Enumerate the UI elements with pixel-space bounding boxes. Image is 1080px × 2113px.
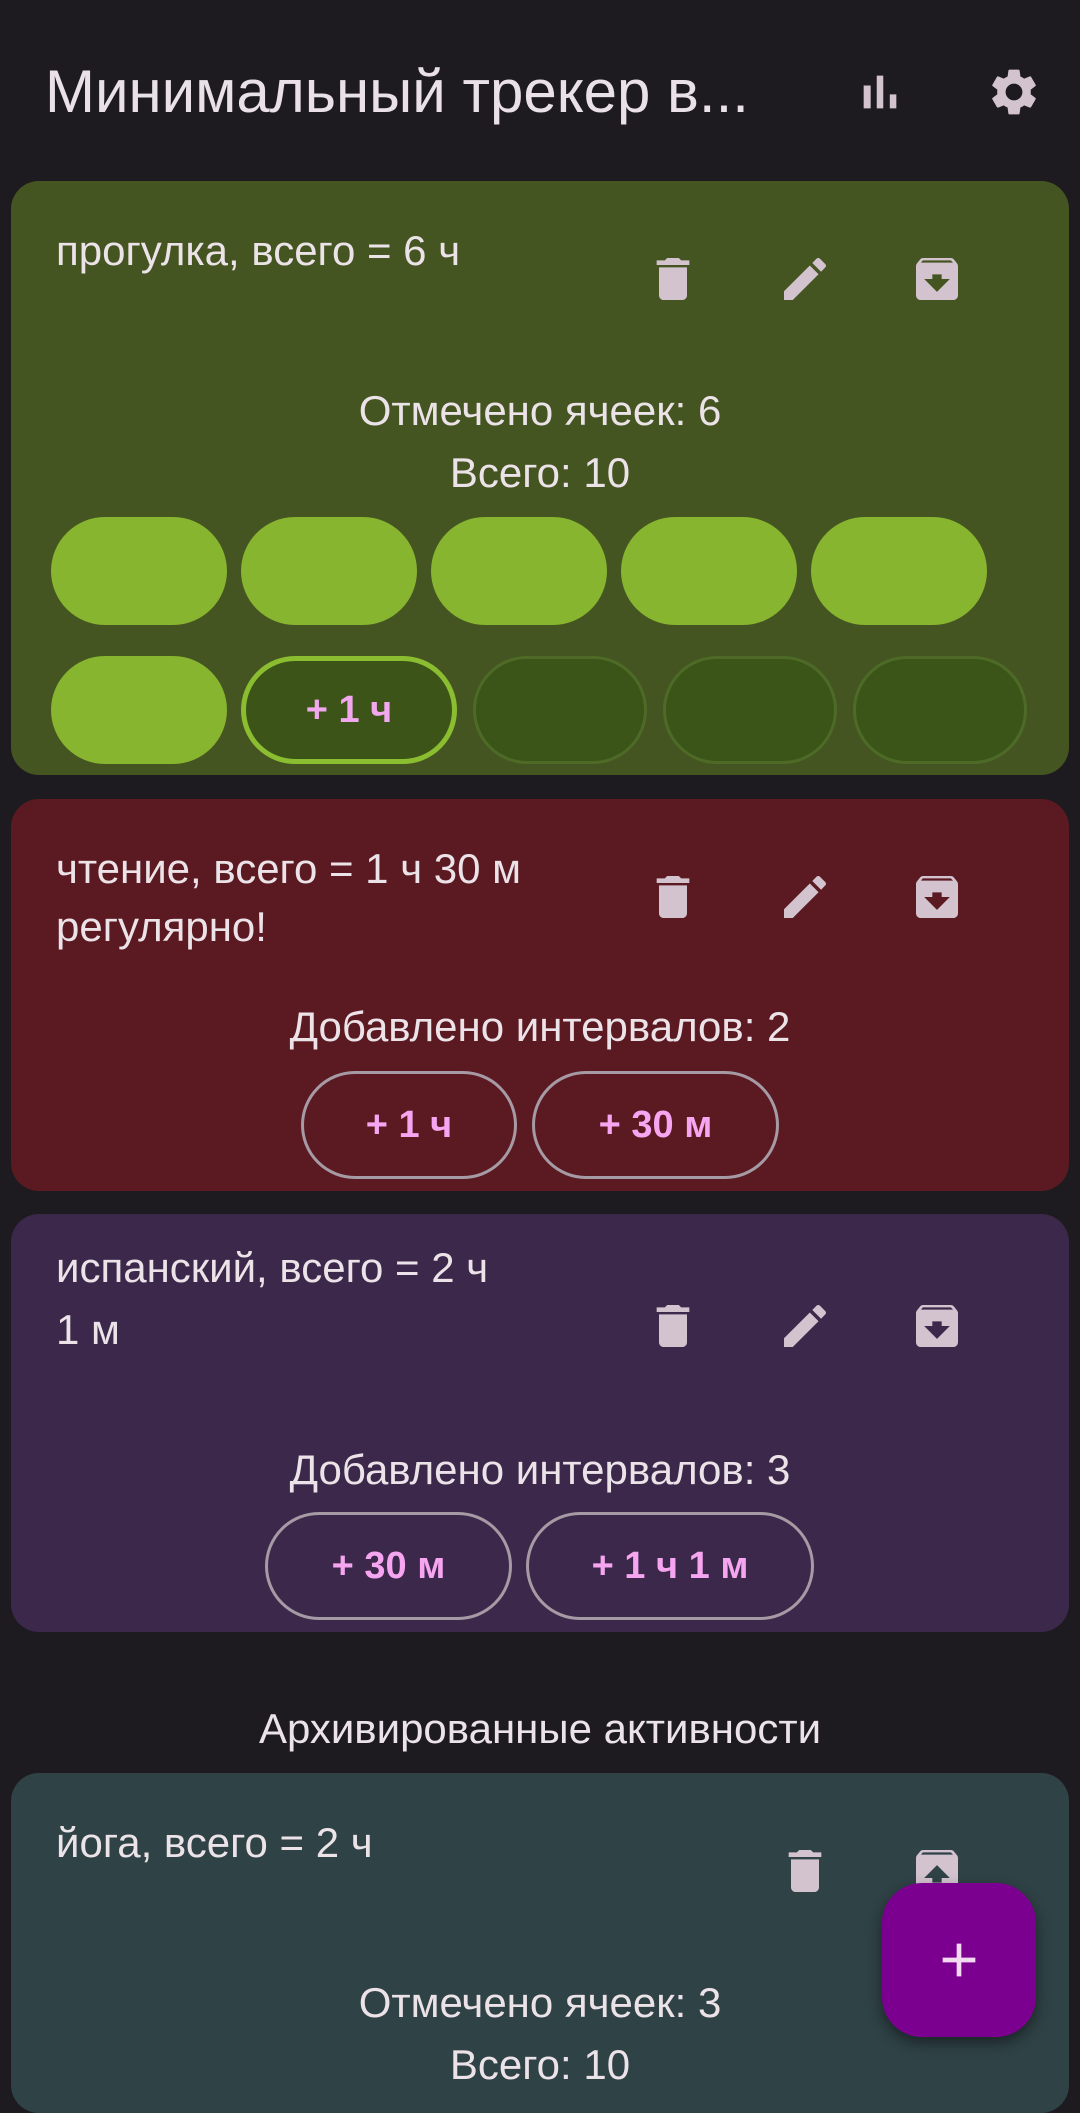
interval-chip[interactable]: + 1 ч [301,1071,517,1179]
trash-icon[interactable] [645,869,701,925]
archive-icon[interactable] [909,1298,965,1354]
activity-card-walk[interactable]: прогулка, всего = 6 ч Отмечено ячеек: 6 … [11,181,1069,775]
plus-icon [942,1943,976,1977]
archive-icon[interactable] [909,251,965,307]
activity-title: прогулка, всего = 6 ч [56,227,461,274]
trash-icon[interactable] [777,1843,833,1899]
activity-card-spanish[interactable]: испанский, всего = 2 ч 1 м Добавлено инт… [11,1214,1069,1632]
add-cell-button[interactable]: + 1 ч [241,656,457,764]
cell-empty[interactable] [473,656,647,764]
cell-filled[interactable] [241,517,417,625]
interval-chip[interactable]: + 30 м [532,1071,779,1179]
cell-filled[interactable] [51,656,227,764]
pencil-icon[interactable] [777,869,833,925]
cell-empty[interactable] [853,656,1027,764]
cells-total-text: Всего: 10 [449,2041,631,2088]
pencil-icon[interactable] [777,251,833,307]
archive-icon[interactable] [909,869,965,925]
trash-icon[interactable] [645,251,701,307]
cell-filled[interactable] [621,517,797,625]
cell-filled[interactable] [431,517,607,625]
activity-card-reading[interactable]: чтение, всего = 1 ч 30 м регулярно! Доба… [11,799,1069,1191]
bar-chart-icon[interactable] [852,64,908,120]
cell-empty[interactable] [663,656,837,764]
add-activity-button[interactable] [882,1883,1036,2037]
archived-section-title: Архивированные активности [258,1705,822,1752]
intervals-count-text: Добавлено интервалов: 3 [289,1446,791,1493]
cells-marked-text: Отмечено ячеек: 6 [358,387,722,434]
trash-icon[interactable] [645,1298,701,1354]
page-title: Минимальный трекер в... [45,58,749,125]
activity-title: испанский, всего = 2 ч [56,1244,489,1291]
app-bar: Минимальный трекер в... [0,0,1080,180]
activity-subtitle: 1 м [56,1306,120,1353]
activity-subtitle: регулярно! [56,903,267,950]
interval-chip[interactable]: + 30 м [265,1512,512,1620]
gear-icon[interactable] [986,64,1042,120]
cell-filled[interactable] [51,517,227,625]
cell-filled[interactable] [811,517,987,625]
pencil-icon[interactable] [777,1298,833,1354]
activity-title: чтение, всего = 1 ч 30 м [56,845,522,892]
intervals-count-text: Добавлено интервалов: 2 [289,1003,791,1050]
interval-chip[interactable]: + 1 ч 1 м [526,1512,814,1620]
activity-title: йога, всего = 2 ч [56,1819,373,1866]
cells-total-text: Всего: 10 [449,449,631,496]
